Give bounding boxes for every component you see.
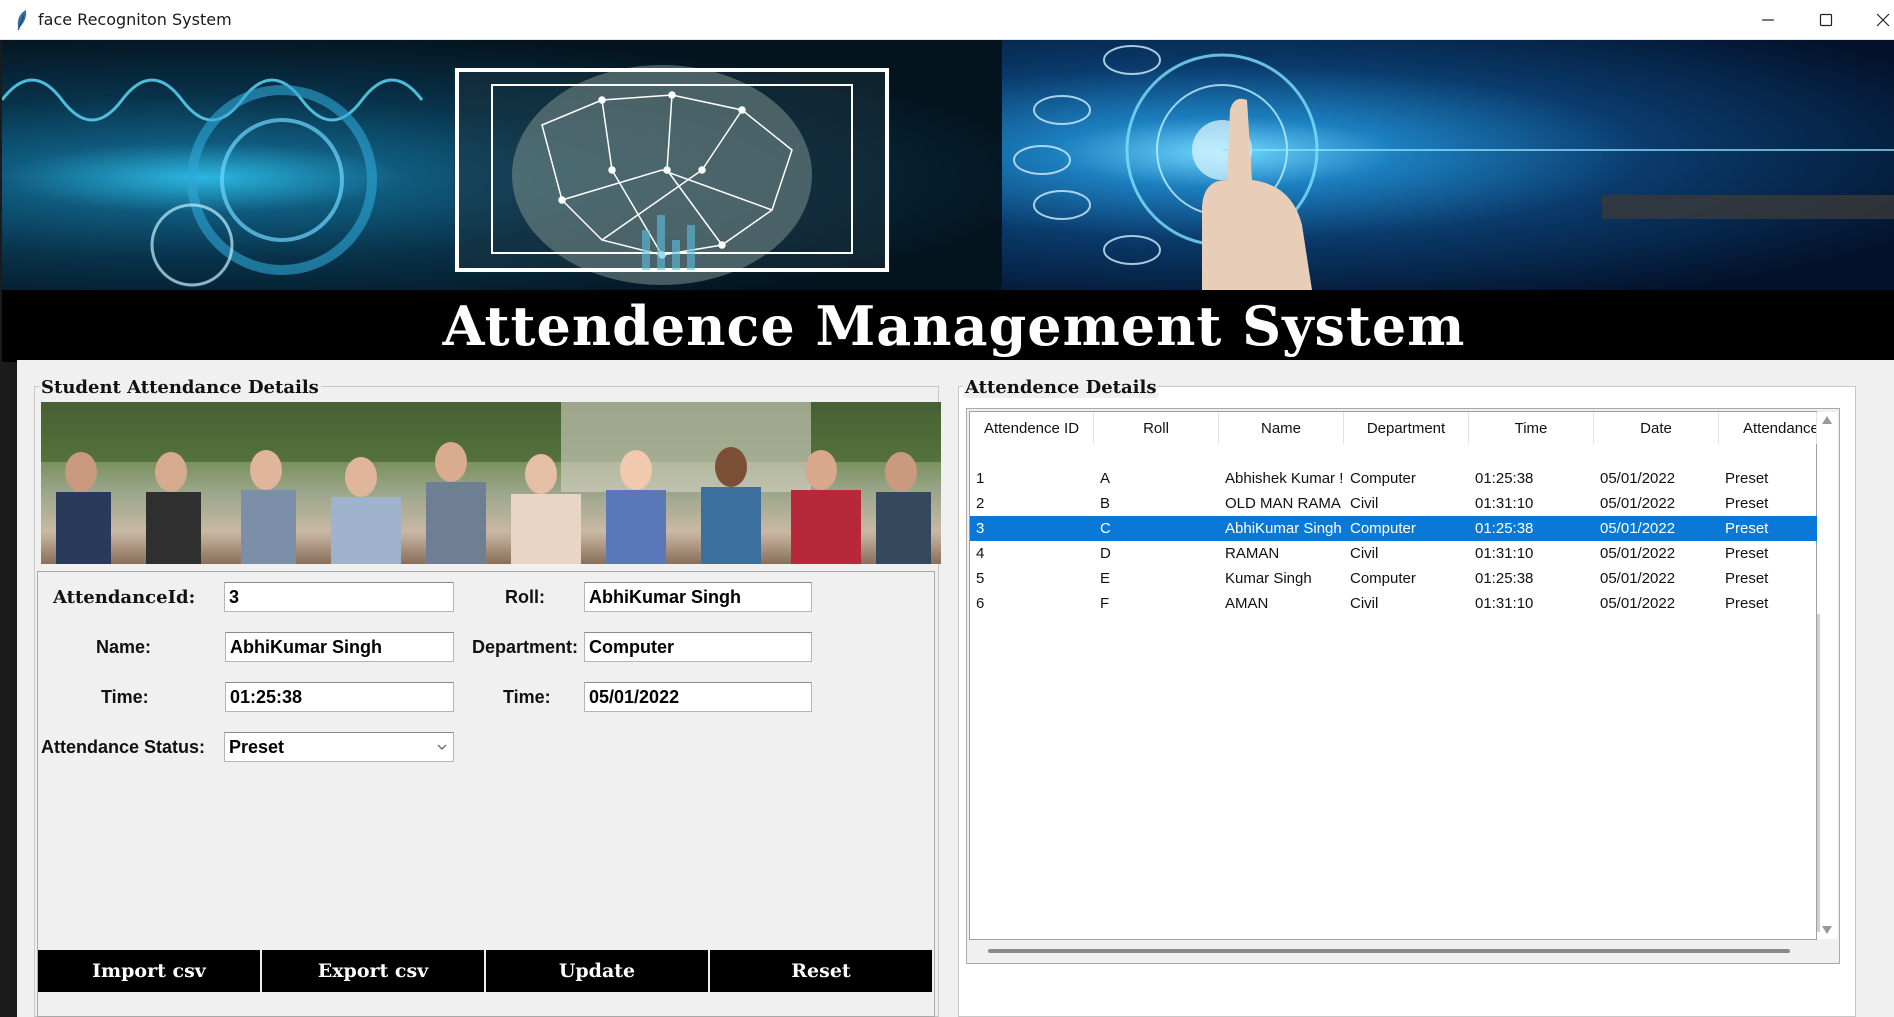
- table-cell: Preset: [1725, 570, 1769, 587]
- table-cell: Preset: [1725, 545, 1769, 562]
- table-cell: 05/01/2022: [1600, 545, 1676, 562]
- close-button[interactable]: [1854, 0, 1894, 40]
- table-row[interactable]: 4 D RAMAN Civil 01:31:10 05/01/2022 Preset: [970, 541, 1817, 566]
- roll-field[interactable]: AbhiKumar Singh: [584, 582, 812, 612]
- attendance-status-value: Preset: [229, 737, 285, 757]
- table-cell: 05/01/2022: [1600, 520, 1676, 537]
- header-strip: Attendence Management System: [2, 290, 1894, 362]
- table-cell: A: [1100, 470, 1111, 487]
- table-cell: 01:31:10: [1475, 545, 1534, 562]
- table-cell: 1: [976, 470, 985, 487]
- table-cell: 05/01/2022: [1600, 570, 1676, 587]
- feather-icon: [17, 10, 27, 31]
- attendance-status-select[interactable]: Preset: [224, 732, 454, 762]
- minimize-icon: [1761, 19, 1774, 21]
- close-icon: [1876, 13, 1889, 27]
- table-cell: Abhishek Kumar !: [1225, 470, 1344, 487]
- table-cell: 3: [976, 520, 985, 537]
- table-cell: 6: [976, 595, 985, 612]
- table-cell: 2: [976, 495, 985, 512]
- import-csv-button[interactable]: Import csv: [38, 950, 262, 992]
- table-cell: 01:31:10: [1475, 495, 1534, 512]
- table-cell: OLD MAN RAMA: [1225, 495, 1341, 512]
- student-attendance-title: Student Attendance Details: [39, 377, 321, 398]
- attendance-details-title: Attendence Details: [963, 377, 1159, 398]
- column-header-name[interactable]: Name: [1219, 412, 1344, 444]
- table-cell: Preset: [1725, 470, 1769, 487]
- roll-label: Roll:: [505, 587, 545, 607]
- window-titlebar: face Recogniton System: [0, 0, 1894, 40]
- maximize-button[interactable]: [1797, 0, 1854, 40]
- maximize-icon: [1819, 13, 1832, 27]
- table-cell: 01:25:38: [1475, 520, 1534, 537]
- face-recognition-banner-image: [2, 40, 1002, 290]
- table-cell: 05/01/2022: [1600, 495, 1676, 512]
- name-field[interactable]: AbhiKumar Singh: [225, 632, 454, 662]
- department-field[interactable]: Computer: [584, 632, 812, 662]
- vertical-scrollbar[interactable]: [1817, 412, 1837, 939]
- table-cell: 01:31:10: [1475, 595, 1534, 612]
- table-cell: C: [1100, 520, 1111, 537]
- window-title: face Recogniton System: [38, 10, 232, 29]
- table-cell: B: [1100, 495, 1111, 512]
- table-cell: Civil: [1350, 595, 1379, 612]
- table-cell: Computer: [1350, 470, 1416, 487]
- table-cell: Preset: [1725, 595, 1769, 612]
- date-field[interactable]: 05/01/2022: [584, 682, 812, 712]
- attendance-status-label: Attendance Status:: [41, 737, 206, 757]
- time-label: Time:: [101, 687, 149, 707]
- reset-button[interactable]: Reset: [710, 950, 932, 992]
- table-cell: Computer: [1350, 520, 1416, 537]
- horizontal-scrollbar[interactable]: [988, 949, 1790, 953]
- table-cell: 05/01/2022: [1600, 470, 1676, 487]
- attendance-id-label: AttendanceId:: [53, 587, 196, 608]
- table-cell: Civil: [1350, 545, 1379, 562]
- table-cell: D: [1100, 545, 1111, 562]
- column-header-roll[interactable]: Roll: [1094, 412, 1219, 444]
- table-cell: 01:25:38: [1475, 470, 1534, 487]
- table-cell: AbhiKumar Singh: [1225, 520, 1342, 537]
- table-cell: 5: [976, 570, 985, 587]
- update-button[interactable]: Update: [486, 950, 710, 992]
- table-row[interactable]: 6 F AMAN Civil 01:31:10 05/01/2022 Preset: [970, 591, 1817, 616]
- table-row[interactable]: 5 E Kumar Singh Computer 01:25:38 05/01/2022 P…: [970, 566, 1817, 591]
- table-row[interactable]: 3 C AbhiKumar Singh Computer 01:25:38 05/01/2…: [970, 516, 1817, 541]
- column-header-time[interactable]: Time: [1469, 412, 1594, 444]
- name-label: Name:: [96, 637, 152, 657]
- chevron-down-icon: [437, 744, 447, 750]
- scroll-up-icon[interactable]: [1822, 416, 1832, 424]
- table-header: Attendence ID Roll Name Department Time …: [970, 412, 1817, 444]
- column-header-attendance-id[interactable]: Attendence ID: [970, 412, 1094, 444]
- table-cell: 05/01/2022: [1600, 595, 1676, 612]
- table-cell: 4: [976, 545, 985, 562]
- banner: [2, 40, 1894, 290]
- table-cell: Preset: [1725, 495, 1769, 512]
- group-photo: [41, 402, 941, 564]
- table-cell: 01:25:38: [1475, 570, 1534, 587]
- action-button-bar: Import csv Export csv Update Reset: [38, 950, 932, 992]
- minimize-button[interactable]: [1739, 0, 1796, 40]
- table-cell: Kumar Singh: [1225, 570, 1312, 587]
- column-header-attendance[interactable]: Attendance: [1719, 412, 1817, 444]
- table-row[interactable]: 1 A Abhishek Kumar ! Computer 01:25:38 05/01/…: [970, 466, 1817, 491]
- date-label: Time:: [503, 687, 551, 707]
- page-title: Attendence Management System: [442, 294, 1466, 358]
- column-header-date[interactable]: Date: [1594, 412, 1719, 444]
- scroll-down-icon[interactable]: [1822, 926, 1832, 934]
- attendance-id-field[interactable]: 3: [224, 582, 454, 612]
- time-field[interactable]: 01:25:38: [225, 682, 454, 712]
- touch-screen-banner-image: [1002, 40, 1894, 290]
- table-cell: Computer: [1350, 570, 1416, 587]
- table-cell: AMAN: [1225, 595, 1269, 612]
- vertical-scroll-thumb[interactable]: [1817, 614, 1820, 932]
- column-header-department[interactable]: Department: [1344, 412, 1469, 444]
- table-cell: Civil: [1350, 495, 1379, 512]
- export-csv-button[interactable]: Export csv: [262, 950, 486, 992]
- table-cell: Preset: [1725, 520, 1769, 537]
- department-label: Department:: [472, 637, 579, 657]
- table-cell: F: [1100, 595, 1110, 612]
- table-row[interactable]: 2 B OLD MAN RAMA Civil 01:31:10 05/01/2022 Pre…: [970, 491, 1817, 516]
- table-cell: RAMAN: [1225, 545, 1280, 562]
- table-cell: E: [1100, 570, 1111, 587]
